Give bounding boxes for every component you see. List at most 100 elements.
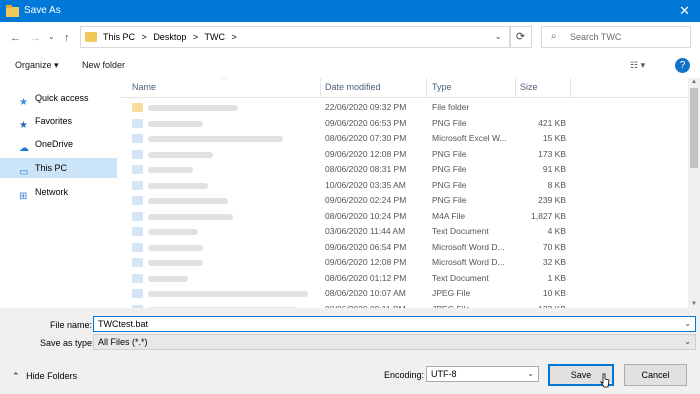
file-name-cell (132, 257, 317, 268)
save-as-type-select[interactable]: All Files (*.*) ⌄ (93, 334, 696, 350)
address-dropdown-icon[interactable]: ⌄ (494, 31, 502, 42)
file-row[interactable]: 09/06/2020 12:08 PM Microsoft Word D... 32… (120, 255, 688, 271)
size-cell: 173 KB (538, 148, 566, 159)
date-modified-cell: 08/06/2020 07:30 PM (325, 133, 407, 143)
size-cell: 421 KB (538, 117, 566, 128)
computer-icon: ▭ (19, 167, 29, 178)
blurred-file-name (148, 167, 193, 173)
recent-locations-icon[interactable]: ⌄ (48, 32, 55, 41)
file-row[interactable]: 10/06/2020 03:35 AM PNG File 8 KB (120, 178, 688, 194)
sidebar-item-onedrive[interactable]: ☁ OneDrive (0, 134, 117, 154)
file-name-cell (132, 195, 317, 206)
encoding-select[interactable]: UTF-8 ⌄ (426, 366, 539, 382)
file-row[interactable]: 08/06/2020 08:31 PM PNG File 91 KB (120, 162, 688, 178)
column-divider[interactable] (320, 78, 321, 98)
chevron-down-icon[interactable]: ⌄ (684, 335, 691, 349)
size-cell: 1,827 KB (531, 210, 566, 221)
size-cell: 91 KB (542, 164, 566, 174)
file-row[interactable]: 08/06/2020 01:12 PM Text Document 1 KB (120, 271, 688, 287)
column-type[interactable]: Type (432, 82, 452, 92)
size-cell: 10 KB (542, 288, 566, 298)
file-icon (132, 273, 143, 283)
type-cell: PNG File (432, 117, 467, 128)
up-arrow-icon[interactable]: ↑ (64, 32, 70, 44)
file-name-cell (132, 133, 317, 144)
column-divider[interactable] (426, 78, 427, 98)
size-cell: 70 KB (542, 241, 566, 252)
folder-icon (85, 32, 97, 42)
blurred-file-name (148, 291, 308, 297)
chevron-down-icon[interactable]: ⌄ (684, 317, 691, 331)
file-row[interactable]: 09/06/2020 06:53 PM PNG File 421 KB (120, 116, 688, 132)
column-name[interactable]: Name (132, 82, 156, 92)
column-date-modified[interactable]: Date modified (325, 82, 381, 92)
organize-button[interactable]: Organize ▾ (15, 60, 59, 71)
sidebar-item-network[interactable]: ⊞ Network (0, 182, 117, 202)
breadcrumb-separator[interactable]: > (193, 32, 198, 42)
scroll-up-icon[interactable]: ▲ (691, 79, 697, 85)
file-row[interactable]: 09/06/2020 02:24 PM PNG File 239 KB (120, 193, 688, 209)
file-row[interactable]: 08/06/2020 10:24 PM M4A File 1,827 KB (120, 209, 688, 225)
file-icon (132, 149, 143, 159)
file-icon (132, 118, 143, 128)
close-icon[interactable]: ✕ (679, 3, 690, 19)
sidebar-item-favorites[interactable]: ★ Favorites (0, 111, 117, 131)
sidebar-item-label: Network (35, 187, 69, 197)
breadcrumb-separator[interactable]: > (142, 32, 147, 42)
sidebar-item-this-pc[interactable]: ▭ This PC (0, 158, 117, 178)
file-icon (132, 242, 143, 252)
blurred-file-name (148, 120, 203, 127)
cloud-icon: ☁ (19, 143, 29, 154)
date-modified-cell: 09/06/2020 12:08 PM (325, 148, 407, 159)
date-modified-cell: 08/06/2020 08:31 PM (325, 164, 407, 174)
type-cell: File folder (432, 102, 470, 112)
file-name-cell (132, 226, 317, 237)
breadcrumb-twc[interactable]: TWC (204, 32, 225, 42)
breadcrumb-separator[interactable]: > (231, 32, 236, 42)
type-cell: Microsoft Word D... (432, 257, 505, 267)
cancel-button[interactable]: Cancel (624, 364, 687, 386)
blurred-file-name (148, 229, 198, 235)
date-modified-cell: 08/06/2020 10:24 PM (325, 210, 407, 221)
file-row[interactable]: 03/06/2020 11:44 AM Text Document 4 KB (120, 224, 688, 240)
file-name-cell (132, 288, 317, 299)
column-divider[interactable] (570, 78, 571, 98)
breadcrumb-desktop[interactable]: Desktop (153, 32, 186, 42)
breadcrumb-this-pc[interactable]: This PC (103, 32, 135, 42)
column-size[interactable]: Size (520, 82, 538, 92)
sidebar-item-quick-access[interactable]: ★ Quick access (0, 88, 117, 108)
file-name-input[interactable]: TWCtest.bat ⌄ (93, 316, 696, 332)
help-icon[interactable]: ? (675, 58, 690, 73)
scrollbar-thumb[interactable] (690, 88, 698, 168)
forward-arrow-icon[interactable]: → (30, 32, 41, 44)
type-cell: Microsoft Excel W... (432, 133, 507, 143)
file-row[interactable]: 22/06/2020 09:32 PM File folder (120, 100, 688, 116)
vertical-scrollbar[interactable]: ▲ ▼ (688, 78, 700, 308)
scroll-down-icon[interactable]: ▼ (691, 301, 697, 307)
refresh-button[interactable]: ⟳ (509, 26, 532, 48)
hide-folders-toggle[interactable]: ⌃ Hide Folders (12, 371, 77, 382)
size-cell: 15 KB (542, 133, 566, 143)
type-cell: M4A File (432, 210, 466, 221)
search-box[interactable]: ⌕ Search TWC (541, 26, 691, 48)
sidebar-item-label: This PC (35, 163, 68, 173)
file-row[interactable]: 09/06/2020 12:08 PM PNG File 173 KB (120, 147, 688, 163)
date-modified-cell: 09/06/2020 06:53 PM (325, 117, 407, 128)
file-row[interactable]: 09/06/2020 06:54 PM Microsoft Word D... 70… (120, 240, 688, 256)
chevron-down-icon[interactable]: ⌄ (527, 367, 534, 381)
sidebar-item-label: Quick access (35, 93, 89, 103)
sidebar-item-label: Favorites (35, 116, 73, 126)
new-folder-button[interactable]: New folder (82, 60, 125, 70)
date-modified-cell: 09/06/2020 02:24 PM (325, 195, 407, 205)
back-arrow-icon[interactable]: ← (10, 32, 21, 44)
view-options-icon[interactable]: ☷ ▾ (630, 60, 645, 71)
window-title: Save As (24, 5, 61, 16)
file-row[interactable]: 08/06/2020 10:07 AM JPEG File 10 KB (120, 286, 688, 302)
date-modified-cell: 09/06/2020 06:54 PM (325, 241, 407, 252)
address-bar[interactable]: This PC > Desktop > TWC > ⌄ (80, 26, 511, 48)
column-divider[interactable] (515, 78, 516, 98)
column-header-row: ⌃ Name Date modified Type Size (120, 78, 688, 98)
blurred-file-name (148, 198, 228, 204)
date-modified-cell: 09/06/2020 12:08 PM (325, 257, 407, 267)
file-row[interactable]: 08/06/2020 07:30 PM Microsoft Excel W... 1… (120, 131, 688, 147)
